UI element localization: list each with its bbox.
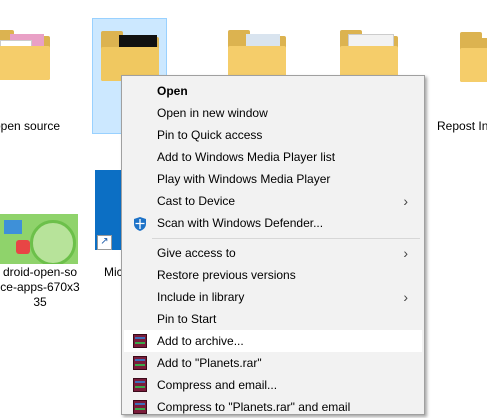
menu-item-add-wmp-list[interactable]: Add to Windows Media Player list: [124, 146, 422, 168]
menu-item-cast-to-device[interactable]: Cast to Device ›: [124, 190, 422, 212]
menu-item-label: Play with Windows Media Player: [157, 172, 331, 186]
shortcut-label: Mic: [104, 265, 123, 279]
winrar-icon: [133, 378, 147, 392]
menu-item-label: Scan with Windows Defender...: [157, 216, 324, 230]
folder-icon: [101, 31, 159, 81]
folder-icon[interactable]: [340, 30, 398, 80]
menu-item-label: Add to "Planets.rar": [157, 356, 262, 370]
menu-item-scan-defender[interactable]: Scan with Windows Defender...: [124, 212, 422, 234]
chevron-right-icon: ›: [403, 193, 408, 209]
image-thumbnail[interactable]: [0, 214, 78, 264]
menu-item-label: Pin to Quick access: [157, 128, 263, 142]
menu-separator: [152, 238, 420, 239]
shortcut-arrow-icon: ↗: [97, 235, 112, 250]
folder-label: Repost In: [437, 119, 487, 133]
folder-icon: [0, 30, 50, 80]
menu-item-label: Include in library: [157, 290, 245, 304]
menu-item-open[interactable]: Open: [124, 80, 422, 102]
menu-item-label: Cast to Device: [157, 194, 236, 208]
menu-item-give-access[interactable]: Give access to ›: [124, 242, 422, 264]
context-menu: Open Open in new window Pin to Quick acc…: [121, 75, 425, 415]
menu-item-label: Compress to "Planets.rar" and email: [157, 400, 351, 414]
winrar-icon: [133, 356, 147, 370]
menu-item-label: Give access to: [157, 246, 236, 260]
chevron-right-icon: ›: [403, 289, 408, 305]
menu-item-label: Restore previous versions: [157, 268, 296, 282]
menu-item-label: Add to Windows Media Player list: [157, 150, 336, 164]
file-label-line: droid-open-so: [2, 265, 78, 279]
menu-item-label: Open in new window: [157, 106, 268, 120]
menu-item-open-new-window[interactable]: Open in new window: [124, 102, 422, 124]
menu-item-compress-planets-email[interactable]: Compress to "Planets.rar" and email: [124, 396, 422, 418]
folder-icon: [460, 32, 487, 82]
image-file-label: droid-open-so ce-apps-670x3 35: [0, 265, 80, 310]
menu-item-label: Pin to Start: [157, 312, 217, 326]
file-label-line: ce-apps-670x3: [0, 280, 80, 294]
folder-label: open source: [0, 119, 61, 133]
menu-item-add-to-planets-rar[interactable]: Add to "Planets.rar": [124, 352, 422, 374]
winrar-icon: [133, 334, 147, 348]
menu-item-compress-email[interactable]: Compress and email...: [124, 374, 422, 396]
chevron-right-icon: ›: [403, 245, 408, 261]
file-label-line: 35: [33, 295, 47, 309]
menu-item-label: Add to archive...: [157, 334, 244, 348]
windows-defender-icon: [133, 216, 147, 231]
menu-item-pin-start[interactable]: Pin to Start: [124, 308, 422, 330]
folder-icon[interactable]: [228, 30, 286, 80]
menu-item-include-library[interactable]: Include in library ›: [124, 286, 422, 308]
menu-item-play-wmp[interactable]: Play with Windows Media Player: [124, 168, 422, 190]
menu-item-label: Open: [157, 84, 188, 98]
menu-item-add-to-archive[interactable]: Add to archive...: [124, 330, 422, 352]
menu-item-label: Compress and email...: [157, 378, 278, 392]
winrar-icon: [133, 400, 147, 414]
menu-item-restore-versions[interactable]: Restore previous versions: [124, 264, 422, 286]
menu-item-pin-quick-access[interactable]: Pin to Quick access: [124, 124, 422, 146]
